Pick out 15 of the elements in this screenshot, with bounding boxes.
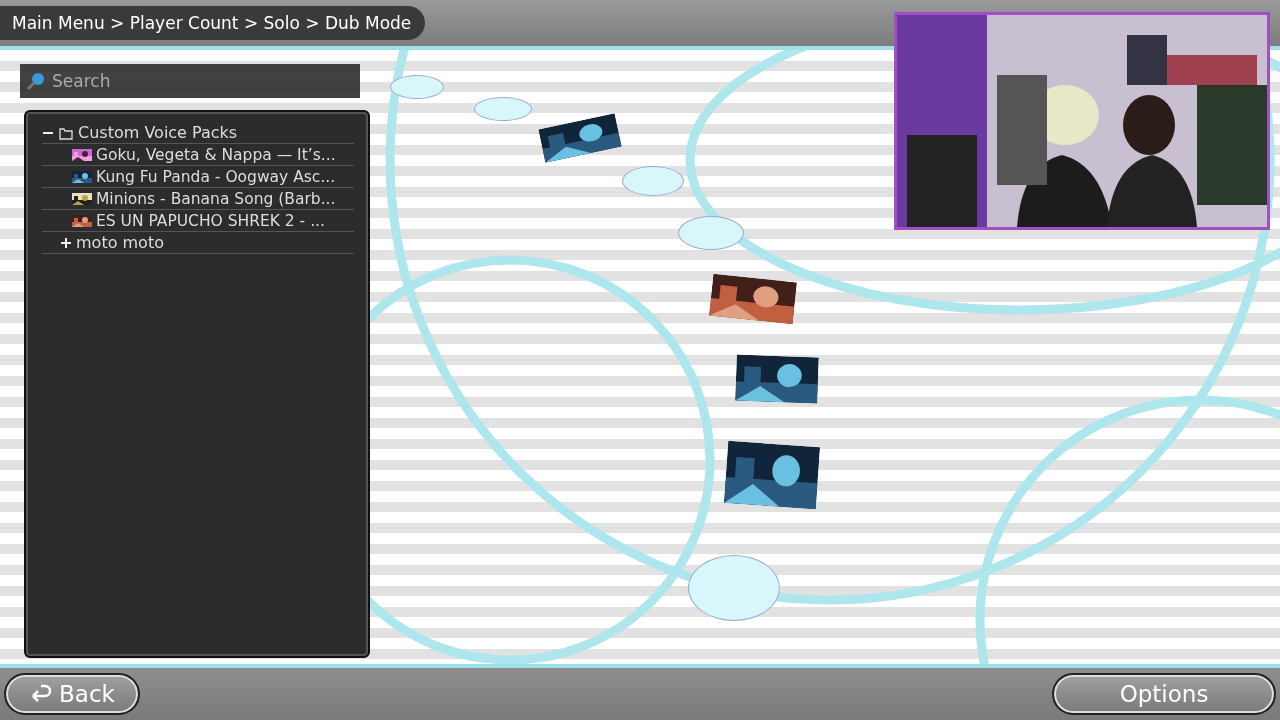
- search-field[interactable]: Search: [20, 64, 360, 98]
- folder-label[interactable]: Custom Voice Packs: [78, 123, 238, 142]
- note-bubble: [390, 75, 444, 99]
- voice-pack-item[interactable]: ES UN PAPUCHO SHREK 2 - ...: [96, 211, 325, 230]
- note-bubble: [622, 166, 684, 196]
- voice-pack-item[interactable]: Kung Fu Panda - Oogway Asc...: [96, 167, 336, 186]
- expand-icon[interactable]: [60, 236, 72, 249]
- note-bubble: [474, 97, 532, 121]
- voice-pack-item[interactable]: Minions - Banana Song (Barb...: [96, 189, 336, 208]
- return-arrow-icon: [29, 684, 54, 704]
- folder-label[interactable]: moto moto: [76, 233, 164, 252]
- voice-pack-item[interactable]: Goku, Vegeta & Nappa — It’s...: [96, 145, 336, 164]
- search-icon: [26, 71, 46, 91]
- note-bubble: [678, 216, 744, 250]
- breadcrumb: Main Menu > Player Count > Solo > Dub Mode: [0, 6, 426, 40]
